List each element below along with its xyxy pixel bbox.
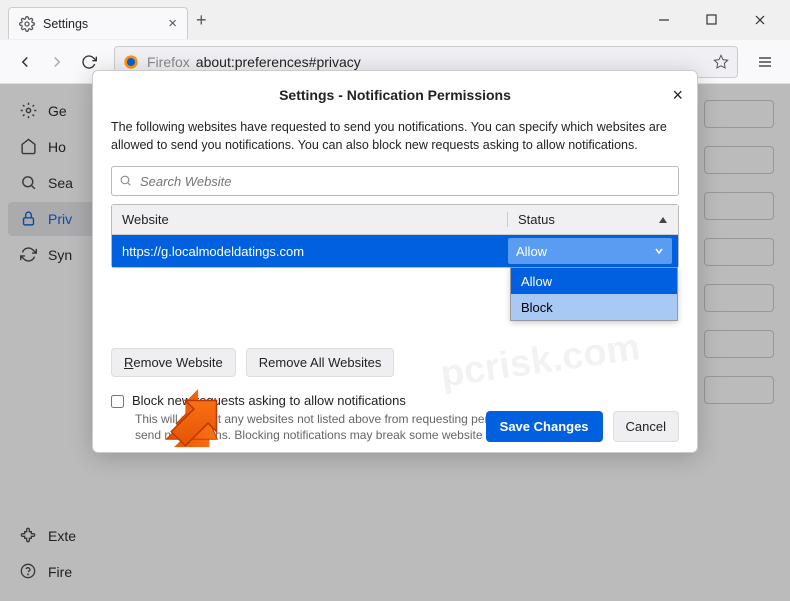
status-dropdown-menu: Allow Block (510, 267, 678, 321)
url-text: about:preferences#privacy (196, 54, 361, 70)
window-controls (658, 14, 782, 26)
remove-website-button[interactable]: Remove Website (111, 348, 236, 377)
save-changes-button[interactable]: Save Changes (486, 411, 603, 442)
block-new-requests-label: Block new requests asking to allow notif… (132, 393, 406, 408)
maximize-button[interactable] (706, 14, 728, 26)
titlebar: Settings × + (0, 0, 790, 40)
websites-table: Website Status https://g.localmodeldatin… (111, 204, 679, 268)
column-website[interactable]: Website (112, 212, 508, 227)
chevron-down-icon (654, 246, 664, 256)
block-new-requests-checkbox[interactable] (111, 395, 124, 408)
sort-icon (658, 215, 668, 225)
search-website-field[interactable] (111, 166, 679, 196)
dialog-title: Settings - Notification Permissions (279, 87, 511, 103)
new-tab-button[interactable]: + (196, 10, 207, 31)
remove-all-websites-button[interactable]: Remove All Websites (246, 348, 395, 377)
search-input[interactable] (111, 166, 679, 196)
browser-tab[interactable]: Settings × (8, 7, 188, 39)
dialog-close-button[interactable]: × (672, 85, 683, 106)
tab-title: Settings (43, 17, 160, 31)
tab-close-button[interactable]: × (168, 15, 177, 32)
dialog-description: The following websites have requested to… (111, 119, 679, 154)
column-status[interactable]: Status (508, 212, 678, 227)
option-block[interactable]: Block (511, 294, 677, 320)
gear-icon (19, 16, 35, 32)
url-prefix: Firefox (147, 54, 190, 70)
firefox-icon (123, 54, 139, 70)
close-window-button[interactable] (754, 14, 776, 26)
table-row[interactable]: https://g.localmodeldatings.com Allow (112, 235, 678, 267)
search-icon (119, 174, 132, 187)
hamburger-menu-button[interactable] (750, 47, 780, 77)
cancel-button[interactable]: Cancel (613, 411, 679, 442)
status-dropdown[interactable]: Allow (508, 238, 672, 264)
website-url: https://g.localmodeldatings.com (112, 244, 508, 259)
minimize-button[interactable] (658, 14, 680, 26)
notification-permissions-dialog: Settings - Notification Permissions × Th… (92, 70, 698, 453)
forward-button[interactable] (42, 47, 72, 77)
dialog-header: Settings - Notification Permissions × (93, 71, 697, 119)
back-button[interactable] (10, 47, 40, 77)
option-allow[interactable]: Allow (511, 268, 677, 294)
table-header: Website Status (112, 205, 678, 235)
bookmark-star-icon[interactable] (713, 54, 729, 70)
